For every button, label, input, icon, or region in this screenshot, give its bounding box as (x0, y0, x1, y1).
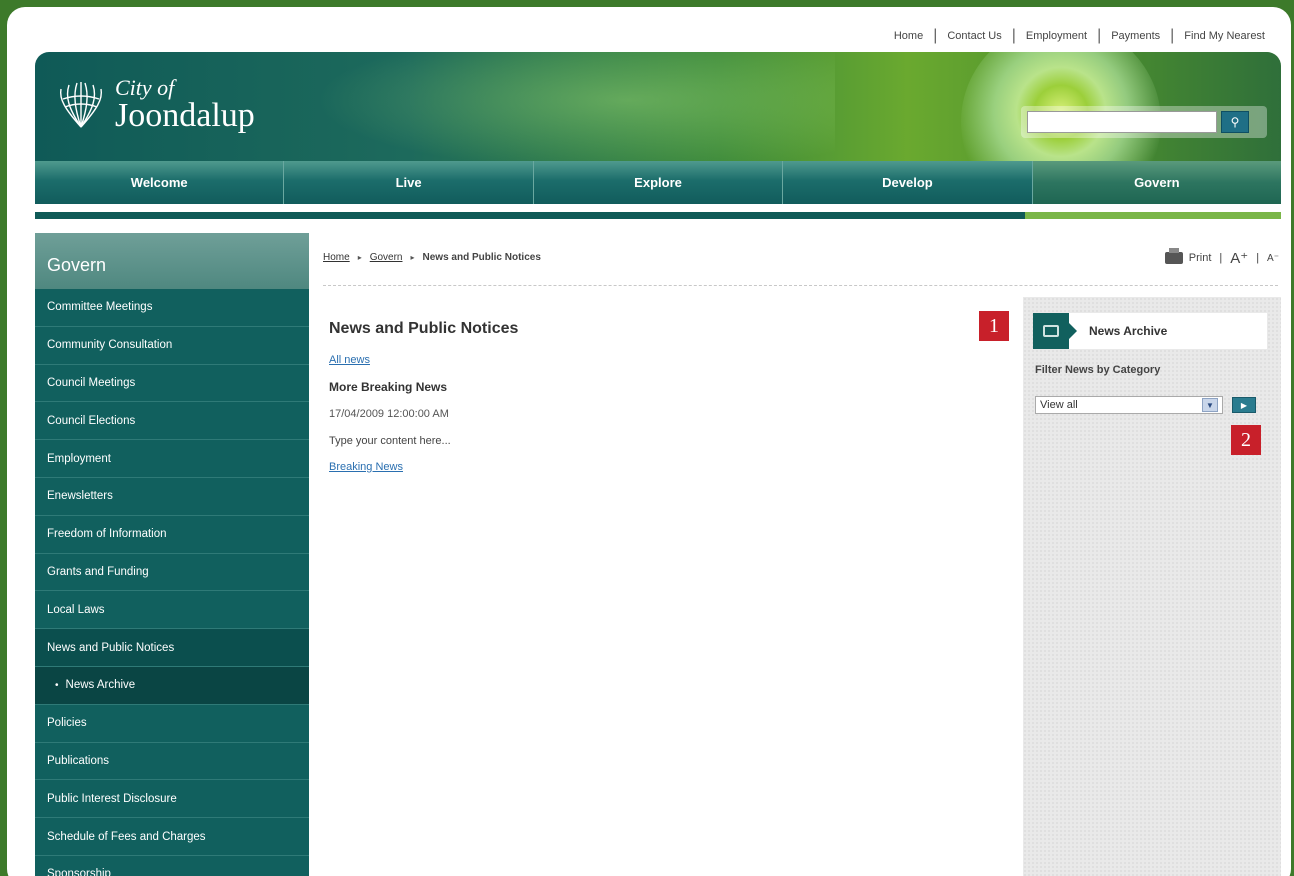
panel-title: News Archive (1089, 324, 1168, 338)
breadcrumb: Home ▸ Govern ▸ News and Public Notices (323, 252, 541, 263)
search-icon: ⚲ (1230, 115, 1240, 129)
separator: | (1219, 252, 1223, 264)
breadcrumb-arrow-icon: ▸ (410, 253, 415, 262)
toplink-payments[interactable]: Payments (1101, 30, 1170, 42)
nav-govern[interactable]: Govern (1032, 161, 1281, 204)
logo-line-1: City of (115, 75, 175, 100)
breadcrumb-govern[interactable]: Govern (370, 252, 403, 263)
category-link[interactable]: Breaking News (329, 461, 929, 473)
chevron-down-icon[interactable]: ▼ (1202, 398, 1218, 412)
sidebar-item-news-and-public-notices[interactable]: News and Public Notices (35, 629, 309, 667)
sidebar-item-sponsorship[interactable]: Sponsorship (35, 855, 309, 876)
page-tools: Print | A⁺ | A⁻ (1164, 248, 1279, 267)
increase-text-button[interactable]: A⁺ (1230, 249, 1248, 267)
news-item-body: Type your content here... (329, 435, 451, 447)
annotation-marker-1: 1 (979, 311, 1009, 341)
sidebar-item-enewsletters[interactable]: Enewsletters (35, 477, 309, 516)
print-link[interactable]: Print (1189, 252, 1212, 264)
nav-welcome[interactable]: Welcome (35, 161, 285, 204)
separator: | (1256, 252, 1260, 264)
printer-icon[interactable] (1164, 248, 1183, 264)
sidebar-item-employment[interactable]: Employment (35, 440, 309, 478)
category-select-value: View all (1040, 399, 1078, 411)
main-nav: Welcome Live Explore Develop Govern (35, 161, 1281, 204)
logo-wordmark: City of Joondalup (115, 77, 255, 133)
search-button[interactable]: ⚲ (1221, 111, 1249, 133)
utility-links: Home | Contact Us | Employment | Payment… (884, 27, 1275, 45)
sidebar-item-committee-meetings[interactable]: Committee Meetings (35, 289, 309, 327)
page-title: News and Public Notices (329, 320, 519, 337)
news-item-date: 17/04/2009 12:00:00 AM (329, 408, 449, 420)
all-news-link[interactable]: All news (329, 354, 929, 366)
annotation-marker-2: 2 (1231, 425, 1261, 455)
page-frame: Home | Contact Us | Employment | Payment… (7, 7, 1291, 876)
toplink-home[interactable]: Home (884, 30, 933, 42)
sidebar-item-policies[interactable]: Policies (35, 704, 309, 743)
divider-teal (35, 212, 1025, 219)
toplink-employment[interactable]: Employment (1016, 30, 1097, 42)
search-box: ⚲ (1021, 106, 1267, 138)
banner-glow (315, 52, 835, 172)
sidebar-item-grants-and-funding[interactable]: Grants and Funding (35, 553, 309, 592)
toplink-contact-us[interactable]: Contact Us (937, 30, 1011, 42)
nav-explore[interactable]: Explore (534, 161, 784, 204)
breadcrumb-current: News and Public Notices (422, 252, 541, 263)
nav-live[interactable]: Live (284, 161, 534, 204)
sidebar: Govern Committee Meetings Community Cons… (35, 233, 309, 876)
filter-go-button[interactable]: ▶ (1232, 397, 1256, 413)
breadcrumb-home[interactable]: Home (323, 252, 350, 263)
sidebar-heading: Govern (35, 233, 309, 289)
sidebar-item-council-meetings[interactable]: Council Meetings (35, 364, 309, 403)
header-banner: City of Joondalup ⚲ Welcome Live Explore… (35, 52, 1281, 204)
main-content: News and Public Notices All news More Br… (329, 320, 929, 473)
logo-emblem-icon (55, 79, 107, 131)
dashed-divider (323, 285, 1278, 286)
sidebar-item-publications[interactable]: Publications (35, 742, 309, 781)
category-select[interactable]: View all ▼ (1035, 396, 1223, 414)
news-item-title: More Breaking News (329, 380, 448, 394)
breadcrumb-arrow-icon: ▸ (357, 253, 362, 262)
news-archive-panel: News Archive Filter News by Category Vie… (1023, 297, 1281, 876)
filter-label: Filter News by Category (1035, 364, 1161, 376)
sidebar-item-council-elections[interactable]: Council Elections (35, 402, 309, 441)
sidebar-item-public-interest-disclosure[interactable]: Public Interest Disclosure (35, 780, 309, 819)
toplink-find-my-nearest[interactable]: Find My Nearest (1174, 30, 1275, 42)
bullet-icon: • (55, 679, 59, 691)
panel-header: News Archive (1033, 313, 1267, 349)
divider-green (1025, 212, 1281, 219)
search-input[interactable] (1027, 111, 1217, 133)
decrease-text-button[interactable]: A⁻ (1267, 253, 1279, 264)
sidebar-subitem-news-archive[interactable]: • News Archive (35, 666, 309, 705)
logo-line-2: Joondalup (115, 97, 255, 134)
sidebar-item-freedom-of-information[interactable]: Freedom of Information (35, 515, 309, 554)
nav-develop[interactable]: Develop (783, 161, 1033, 204)
sidebar-item-local-laws[interactable]: Local Laws (35, 591, 309, 630)
archive-icon (1033, 313, 1077, 349)
city-logo[interactable]: City of Joondalup (55, 77, 255, 133)
sidebar-item-schedule-of-fees[interactable]: Schedule of Fees and Charges (35, 818, 309, 856)
sidebar-subitem-label: News Archive (65, 679, 136, 692)
sidebar-item-community-consultation[interactable]: Community Consultation (35, 326, 309, 365)
